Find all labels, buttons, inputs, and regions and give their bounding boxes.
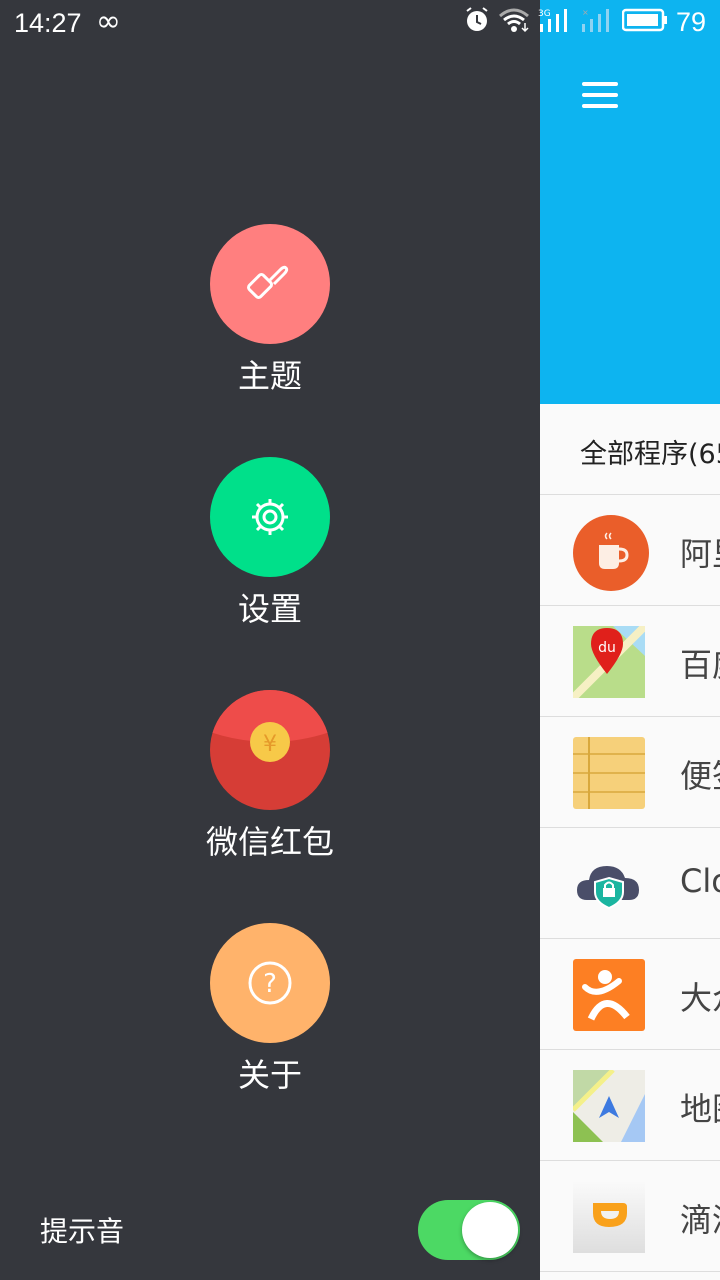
- red-envelope-icon: ¥: [210, 690, 330, 810]
- app-row[interactable]: 大众: [540, 939, 720, 1050]
- paintbrush-icon: [210, 224, 330, 344]
- menu-item-label: 关于: [237, 1056, 302, 1094]
- app-row[interactable]: 地图: [540, 1050, 720, 1161]
- signal-sim2-icon: ×: [580, 7, 614, 37]
- navigation-drawer: 主题 设置 ¥ 微信红包 ? 关于 提示音: [0, 0, 540, 1280]
- main-panel: 全部程序(65 阿里 du 百度 便签 Clo 大众 地图 滴滴: [540, 0, 720, 1280]
- sound-toggle[interactable]: [418, 1200, 520, 1260]
- section-header: 全部程序(65: [540, 404, 720, 495]
- status-bar: 14:27 ∞ 3G × 79: [0, 0, 720, 48]
- notepad-icon: [573, 737, 645, 809]
- svg-text:?: ?: [263, 969, 277, 999]
- svg-text:¥: ¥: [263, 732, 277, 757]
- dianping-icon: [573, 959, 645, 1031]
- menu-item-label: 设置: [237, 590, 302, 628]
- battery-icon: [621, 8, 668, 36]
- all-apps-title: 全部程序(65: [580, 439, 720, 470]
- sound-label: 提示音: [40, 1215, 125, 1248]
- didi-icon: [573, 1181, 645, 1253]
- app-name: 阿里: [680, 535, 720, 573]
- status-time: 14:27: [14, 8, 82, 38]
- menu-item-theme[interactable]: 主题: [150, 224, 390, 398]
- svg-text:×: ×: [582, 8, 589, 17]
- question-icon: ?: [210, 923, 330, 1043]
- battery-level: 79: [675, 6, 706, 37]
- menu-icon[interactable]: [582, 82, 618, 112]
- alarm-icon: [464, 6, 490, 38]
- app-name: 地图: [680, 1090, 720, 1128]
- app-name: 便签: [680, 757, 720, 795]
- app-row[interactable]: Clo: [540, 828, 720, 939]
- baidu-map-icon: du: [570, 623, 648, 701]
- toggle-knob: [462, 1202, 518, 1258]
- app-row[interactable]: du 百度: [540, 606, 720, 717]
- app-name: Clo: [680, 862, 720, 900]
- map-icon: [571, 1068, 645, 1142]
- cloud-lock-icon: [573, 848, 645, 920]
- infinity-icon: ∞: [96, 4, 121, 39]
- app-row[interactable]: 滴滴: [540, 1161, 720, 1272]
- signal-3g-icon: 3G: [538, 7, 572, 37]
- menu-item-label: 微信红包: [205, 823, 334, 861]
- menu-item-settings[interactable]: 设置: [150, 457, 390, 631]
- app-row[interactable]: 便签: [540, 717, 720, 828]
- menu-item-red-envelope[interactable]: ¥ 微信红包: [150, 690, 390, 864]
- gear-icon: [210, 457, 330, 577]
- menu-item-about[interactable]: ? 关于: [150, 923, 390, 1097]
- app-name: 大众: [680, 979, 720, 1017]
- app-name: 百度: [680, 646, 720, 684]
- app-name: 滴滴: [680, 1201, 720, 1239]
- svg-text:3G: 3G: [538, 9, 551, 19]
- coffee-cup-icon: [573, 515, 649, 591]
- menu-item-label: 主题: [237, 357, 302, 395]
- header-bar: [540, 0, 720, 404]
- sound-setting-row: 提示音: [0, 1190, 540, 1270]
- app-row[interactable]: 阿里: [540, 495, 720, 606]
- svg-text:du: du: [598, 640, 616, 656]
- wifi-icon: [498, 7, 530, 37]
